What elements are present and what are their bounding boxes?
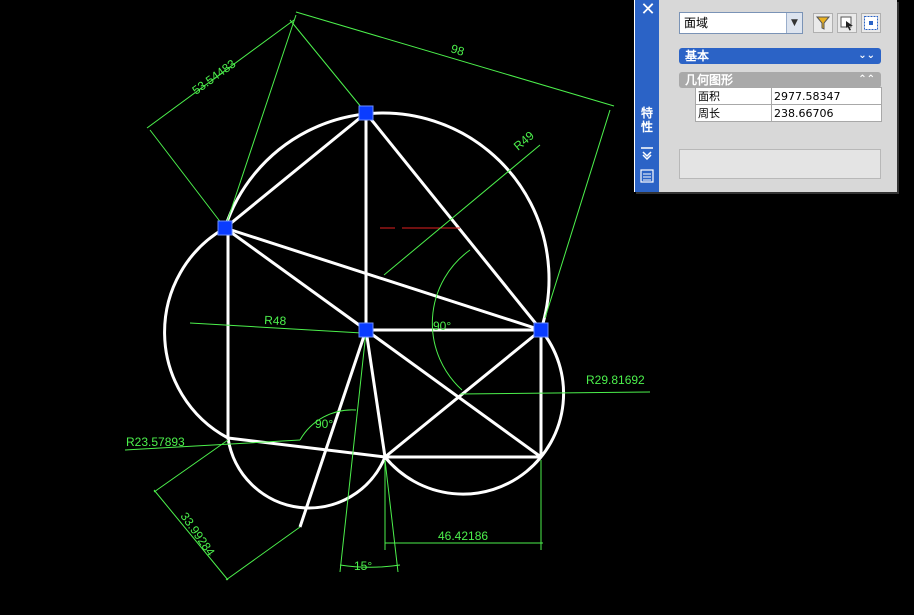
- object-type-value: 面域: [684, 16, 709, 30]
- property-key-area: 面积: [695, 87, 772, 105]
- chevron-up-icon[interactable]: ⌃⌃: [858, 72, 875, 88]
- section-geometry-label: 几何图形: [685, 73, 734, 87]
- dim-text-r48: R48: [264, 313, 287, 328]
- grip-left[interactable]: [217, 220, 233, 236]
- section-basic-label: 基本: [685, 49, 710, 63]
- dim-text-angle-15: 15°: [354, 559, 372, 573]
- palette-title: 特性: [640, 106, 653, 134]
- select-objects-icon[interactable]: [837, 13, 857, 33]
- pickadd-toggle-icon[interactable]: [861, 13, 881, 33]
- dim-text-angle-90-left: 90°: [315, 417, 333, 431]
- dim-text-r29-81692: R29.81692: [586, 373, 645, 387]
- close-icon[interactable]: ✕: [638, 0, 658, 20]
- palette-title-strip[interactable]: ✕ 特性: [635, 0, 659, 192]
- property-row[interactable]: 面积 2977.58347: [695, 87, 882, 105]
- grip-right[interactable]: [533, 322, 549, 338]
- auto-hide-icon[interactable]: [639, 146, 655, 160]
- quick-select-icon[interactable]: [813, 13, 833, 33]
- dim-text-46-42186: 46.42186: [438, 529, 488, 543]
- geometry-properties-table: 面积 2977.58347 周长 238.66706: [695, 87, 882, 122]
- dim-text-r23-57893: R23.57893: [126, 435, 185, 449]
- dim-text-r49: R49: [511, 128, 537, 153]
- object-type-select[interactable]: 面域 ▼: [679, 12, 803, 34]
- properties-palette[interactable]: ✕ 特性 面域 ▼ 基本 ⌄⌄ 几何图形 ⌃⌃ 面积 2977.58347 周长…: [634, 0, 897, 192]
- property-value-area[interactable]: 2977.58347: [771, 87, 882, 105]
- property-row[interactable]: 周长 238.66706: [695, 104, 882, 122]
- description-box: [679, 149, 881, 179]
- dim-text-98: 98: [449, 41, 466, 58]
- dim-text-33-99284: 33.99284: [178, 510, 218, 559]
- section-basic[interactable]: 基本 ⌄⌄: [679, 48, 881, 64]
- chevron-down-icon[interactable]: ⌄⌄: [858, 48, 875, 64]
- property-key-perimeter: 周长: [695, 104, 772, 122]
- palette-menu-icon[interactable]: [639, 168, 655, 184]
- dimension-lines: [124, 11, 651, 581]
- chevron-down-icon[interactable]: ▼: [786, 13, 802, 33]
- property-value-perimeter[interactable]: 238.66706: [771, 104, 882, 122]
- dim-text-53-54483: 53.54483: [190, 56, 239, 97]
- grip-center[interactable]: [358, 322, 374, 338]
- grip-top[interactable]: [358, 105, 374, 121]
- dim-text-angle-90-right: 90°: [433, 319, 451, 333]
- section-geometry[interactable]: 几何图形 ⌃⌃: [679, 72, 881, 88]
